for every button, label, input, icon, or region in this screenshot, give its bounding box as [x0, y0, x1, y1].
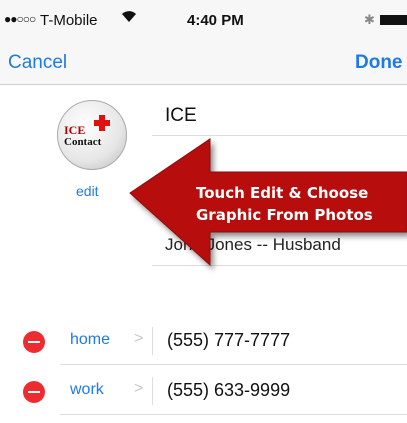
done-button[interactable]: Done [355, 52, 403, 74]
phone-row-work: work > (555) 633-9999 [0, 365, 407, 415]
phone-row-home: home > (555) 777-7777 [0, 315, 407, 365]
delete-phone-icon[interactable] [23, 331, 45, 353]
status-bar: ●●○○○ T-Mobile 4:40 PM ✱ [0, 0, 407, 40]
contact-photo[interactable]: ICE Contact [57, 100, 127, 170]
divider [152, 377, 153, 405]
delete-phone-icon[interactable] [23, 381, 45, 403]
contact-edit-screen: ●●○○○ T-Mobile 4:40 PM ✱ Cancel Done ICE… [0, 0, 407, 423]
phone-number-field[interactable]: (555) 777-7777 [167, 330, 290, 351]
chevron-right-icon: > [134, 380, 144, 397]
phone-number-field[interactable]: (555) 633-9999 [167, 380, 290, 401]
wifi-icon [121, 10, 137, 27]
carrier-name: T-Mobile [40, 12, 98, 29]
phone-label-button[interactable]: home [70, 331, 110, 349]
battery-icon [380, 15, 407, 25]
avatar-logo-subtext: Contact [64, 136, 102, 148]
last-name-field[interactable]: John Jones -- Husband [165, 235, 341, 255]
divider [152, 265, 407, 266]
first-name-field[interactable]: ICE [165, 105, 197, 127]
red-cross-icon [94, 115, 110, 131]
divider [60, 414, 407, 415]
status-time: 4:40 PM [187, 12, 244, 29]
signal-icon: ●●○○○ [4, 12, 36, 26]
contact-form: ICE Contact edit ICE John Jones -- Husba… [0, 85, 407, 423]
navigation-bar: Cancel Done [0, 40, 407, 85]
divider [152, 135, 407, 136]
edit-photo-link[interactable]: edit [76, 183, 99, 199]
phone-label-button[interactable]: work [70, 381, 104, 399]
divider [152, 327, 153, 355]
cancel-button[interactable]: Cancel [8, 52, 67, 74]
chevron-right-icon: > [134, 330, 144, 347]
bluetooth-icon: ✱ [364, 12, 375, 27]
